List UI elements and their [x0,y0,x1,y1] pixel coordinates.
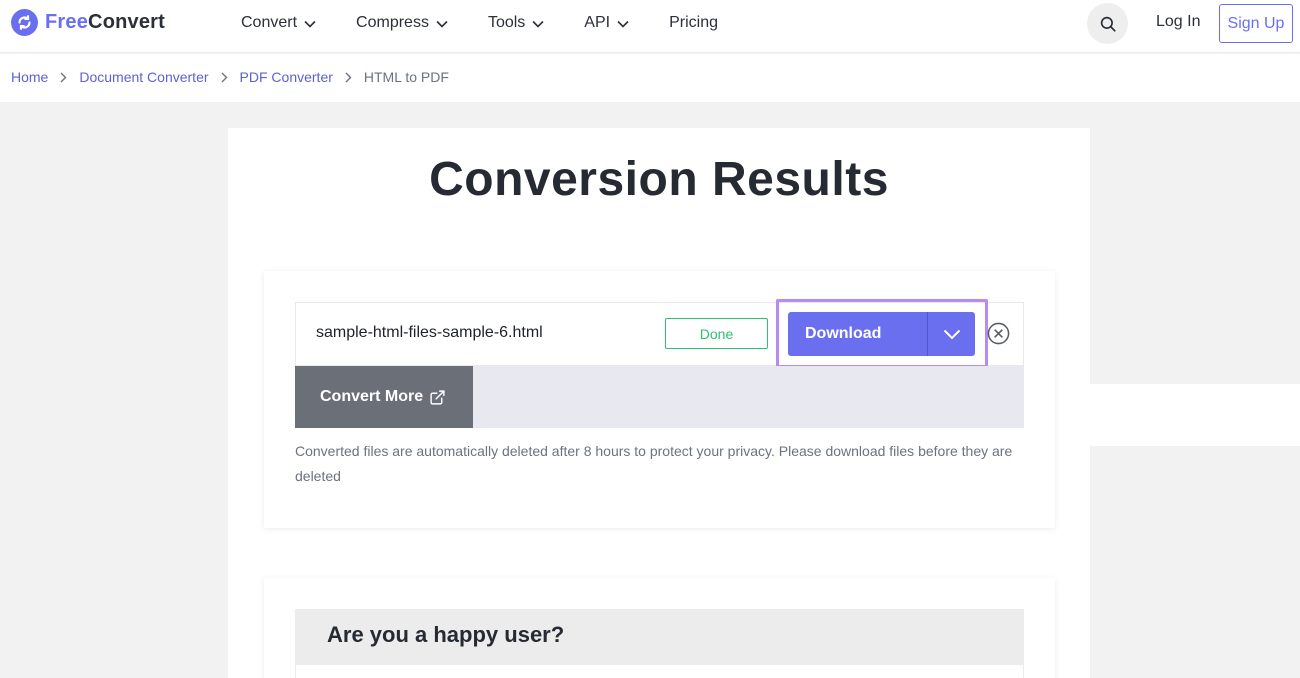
freeconvert-logo[interactable]: FreeConvert [11,9,165,36]
site-header: FreeConvert Convert Compress Tools API P… [0,0,1300,53]
search-button[interactable] [1087,3,1128,44]
remove-file-button[interactable] [987,322,1010,345]
nav-compress[interactable]: Compress [356,13,448,33]
convert-more-button[interactable]: Convert More [295,366,473,428]
chevron-down-icon [943,329,960,339]
right-sidebar-gap [1090,384,1300,446]
search-icon [1100,16,1116,32]
feedback-body [295,665,1024,678]
close-circle-icon [987,322,1010,345]
login-link[interactable]: Log In [1156,13,1200,31]
feedback-title: Are you a happy user? [327,622,565,647]
nav-tools[interactable]: Tools [488,13,544,33]
privacy-note: Converted files are automatically delete… [295,443,1013,484]
file-name: sample-html-files-sample-6.html [316,324,543,341]
page-title: Conversion Results [429,153,889,206]
nav-pricing[interactable]: Pricing [669,13,718,33]
chevron-down-icon [304,20,316,28]
convert-more-label: Convert More [320,388,424,405]
chevron-right-icon [221,72,228,83]
nav-convert-label: Convert [241,14,298,31]
logo-refresh-icon [11,9,38,36]
chevron-right-icon [345,72,352,83]
nav-tools-label: Tools [487,14,526,31]
download-options-button[interactable] [927,312,975,356]
breadcrumb-bar: Home Document Converter PDF Converter HT… [0,54,1300,102]
logo-text: FreeConvert [45,11,166,33]
breadcrumb-document-converter[interactable]: Document Converter [79,69,208,85]
download-button[interactable]: Download [788,312,927,356]
chevron-down-icon [617,20,629,28]
nav-api-label: API [584,14,611,31]
nav-api[interactable]: API [584,13,629,33]
nav-convert[interactable]: Convert [241,13,316,33]
signup-button[interactable]: Sign Up [1219,4,1293,43]
external-link-icon [430,389,445,405]
breadcrumb-pdf-converter[interactable]: PDF Converter [240,69,333,85]
nav-compress-label: Compress [356,14,429,31]
chevron-down-icon [436,20,448,28]
breadcrumb: Home Document Converter PDF Converter HT… [11,69,449,85]
breadcrumb-home[interactable]: Home [11,69,48,85]
chevron-down-icon [532,20,544,28]
nav-pricing-label: Pricing [669,14,718,31]
chevron-right-icon [60,72,67,83]
main-nav: Convert Compress Tools API Pricing [241,13,718,33]
breadcrumb-current: HTML to PDF [363,69,449,85]
status-badge: Done [665,318,768,349]
